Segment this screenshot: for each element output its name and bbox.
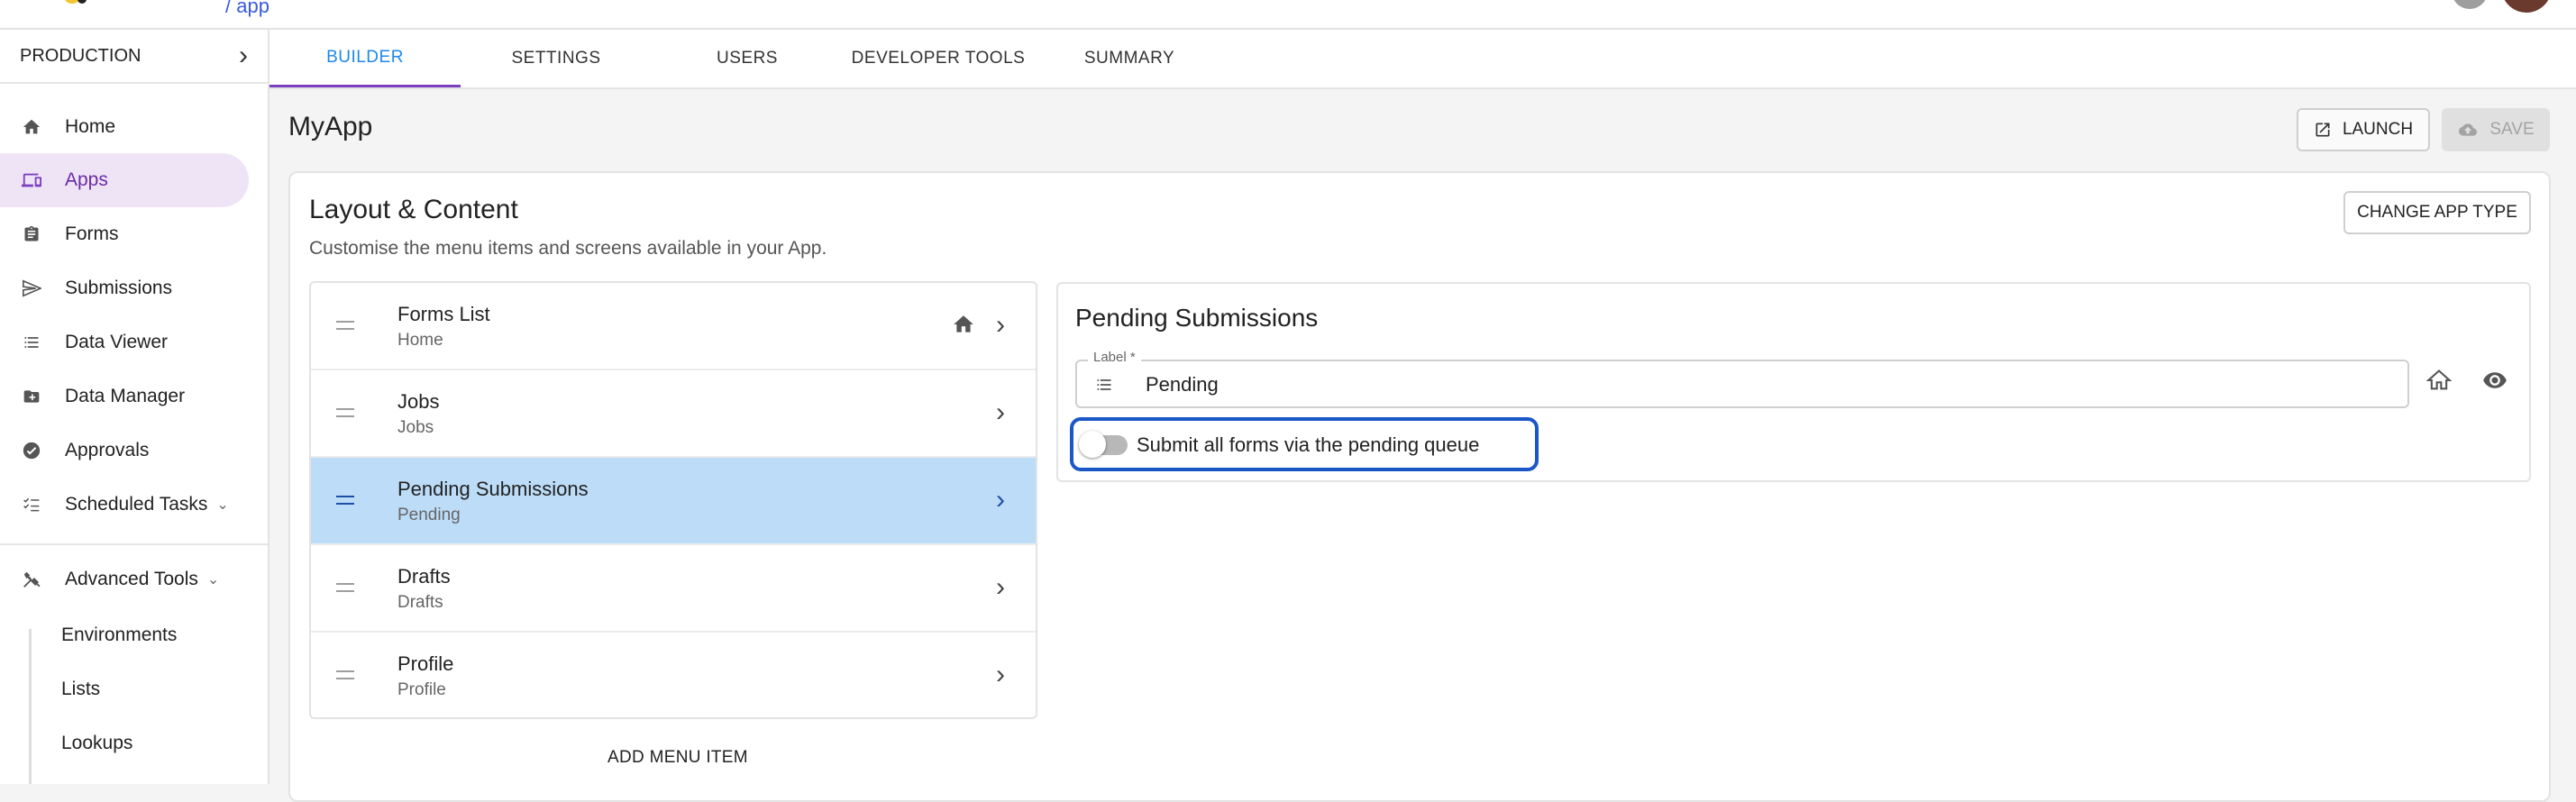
tab-settings[interactable]: SETTINGS: [461, 30, 652, 87]
menu-item-drafts[interactable]: Drafts Drafts ›: [311, 545, 1036, 633]
menu-item-label: Jobs: [397, 390, 440, 413]
menu-item-profile[interactable]: Profile Profile ›: [311, 633, 1036, 717]
chevron-down-icon: ⌄: [206, 572, 220, 588]
submenu-rail: [29, 629, 32, 784]
devices-icon: [20, 169, 43, 192]
sidebar-item-label: Advanced Tools: [65, 569, 198, 589]
breadcrumb[interactable]: / app: [225, 0, 269, 18]
menu-item-label: Forms List: [397, 303, 490, 325]
menu-item-sublabel: Drafts: [397, 593, 443, 612]
sidebar-subitem-environments[interactable]: Environments: [61, 608, 177, 662]
chevron-right-icon: ›: [996, 397, 1005, 427]
menu-item-jobs[interactable]: Jobs Jobs ›: [311, 370, 1036, 458]
drag-handle-icon[interactable]: [336, 670, 354, 679]
send-icon: [20, 277, 43, 300]
section-description: Customise the menu items and screens ava…: [309, 238, 827, 259]
menu-item-label: Drafts: [397, 565, 451, 588]
home-icon[interactable]: [2425, 368, 2453, 397]
home-icon: [20, 115, 43, 139]
sidebar-item-forms[interactable]: Forms: [0, 207, 249, 261]
drag-handle-icon[interactable]: [336, 321, 354, 330]
folder-icon: [20, 385, 43, 408]
sidebar-item-scheduled-tasks[interactable]: Scheduled Tasks ⌄: [0, 478, 249, 532]
launch-label: LAUNCH: [2342, 120, 2414, 139]
change-app-type-button[interactable]: CHANGE APP TYPE: [2343, 191, 2531, 234]
environment-selector[interactable]: PRODUCTION ›: [0, 30, 268, 84]
save-label: SAVE: [2489, 120, 2535, 139]
sidebar-item-data-manager[interactable]: Data Manager: [0, 369, 249, 424]
sidebar-item-label: Approvals: [65, 440, 150, 460]
label-field-caption: Label *: [1088, 350, 1141, 365]
sidebar-item-label: Forms: [65, 223, 119, 244]
sidebar-subitem-lists[interactable]: Lists: [61, 662, 100, 716]
menu-item-forms-list[interactable]: Forms List Home ›: [311, 283, 1036, 370]
chevron-down-icon: ⌄: [216, 497, 229, 513]
environment-label: PRODUCTION: [20, 45, 142, 66]
add-menu-item-button[interactable]: ADD MENU ITEM: [607, 748, 748, 768]
menu-item-sublabel: Home: [397, 331, 443, 350]
chevron-right-icon: ›: [996, 572, 1005, 602]
tab-builder[interactable]: BUILDER: [269, 30, 461, 87]
sidebar-item-advanced-tools[interactable]: Advanced Tools ⌄: [0, 552, 249, 606]
tab-users[interactable]: USERS: [652, 30, 843, 87]
menu-item-sublabel: Jobs: [397, 418, 434, 437]
sidebar-item-home[interactable]: Home: [0, 100, 249, 154]
sidebar-item-label: Scheduled Tasks: [65, 494, 208, 515]
drag-handle-icon[interactable]: [336, 496, 354, 505]
page-title: MyApp: [288, 112, 373, 141]
sidebar-divider: [0, 543, 268, 545]
drag-handle-icon[interactable]: [336, 583, 354, 592]
tab-summary[interactable]: SUMMARY: [1034, 30, 1225, 87]
sidebar-item-label: Submissions: [65, 278, 173, 298]
menu-item-label: Pending Submissions: [397, 478, 589, 500]
section-title: Layout & Content: [309, 195, 518, 224]
label-field[interactable]: Pending: [1075, 360, 2409, 408]
menu-item-sublabel: Pending: [397, 506, 461, 524]
menu-item-label: Profile: [397, 652, 454, 675]
sidebar-item-label: Apps: [65, 169, 108, 190]
label-field-value[interactable]: Pending: [1146, 373, 1219, 396]
pending-queue-toggle-row: Submit all forms via the pending queue: [1070, 417, 1539, 471]
tools-icon: [20, 568, 43, 591]
launch-button[interactable]: LAUNCH: [2297, 108, 2430, 151]
sidebar-item-label: Home: [65, 116, 116, 137]
list-icon: [1093, 376, 1115, 398]
toggle-label: Submit all forms via the pending queue: [1137, 433, 1480, 456]
sidebar-item-label: Data Manager: [65, 386, 186, 406]
chevron-right-icon: ›: [996, 485, 1005, 515]
menu-item-sublabel: Profile: [397, 680, 446, 699]
save-button[interactable]: SAVE: [2442, 108, 2550, 151]
top-bar: / app: [0, 0, 2576, 30]
chevron-right-icon: ›: [996, 660, 1005, 689]
tab-bar: BUILDER SETTINGS USERS DEVELOPER TOOLS S…: [269, 30, 2576, 89]
sidebar: PRODUCTION › Home Apps Forms Submissions…: [0, 30, 269, 784]
logo-mark: [78, 0, 87, 4]
tab-developer-tools[interactable]: DEVELOPER TOOLS: [843, 30, 1034, 87]
cloud-upload-icon: [2457, 121, 2479, 139]
detail-title: Pending Submissions: [1075, 304, 1319, 332]
menu-item-pending-submissions[interactable]: Pending Submissions Pending ›: [311, 458, 1036, 545]
avatar[interactable]: [2501, 0, 2552, 13]
open-in-new-icon: [2314, 121, 2332, 139]
drag-handle-icon[interactable]: [336, 408, 354, 417]
chevron-right-icon: ›: [996, 310, 1005, 340]
check-circle-icon: [20, 439, 43, 462]
clipboard-icon: [20, 223, 43, 246]
menu-items-list: Forms List Home › Jobs Jobs › Pending Su…: [309, 281, 1037, 719]
toggle-knob[interactable]: [1079, 431, 1106, 458]
sidebar-item-data-viewer[interactable]: Data Viewer: [0, 315, 249, 369]
list-icon: [20, 331, 43, 354]
chevron-right-icon: ›: [239, 41, 248, 70]
sidebar-item-approvals[interactable]: Approvals: [0, 424, 249, 478]
eye-icon[interactable]: [2481, 368, 2508, 397]
sidebar-subitem-lookups[interactable]: Lookups: [61, 716, 132, 770]
sidebar-item-label: Data Viewer: [65, 332, 169, 352]
home-icon: [951, 313, 976, 341]
help-icon[interactable]: [2452, 0, 2488, 9]
sidebar-item-submissions[interactable]: Submissions: [0, 261, 249, 315]
sidebar-item-apps[interactable]: Apps: [0, 153, 249, 207]
checklist-icon: [20, 493, 43, 516]
